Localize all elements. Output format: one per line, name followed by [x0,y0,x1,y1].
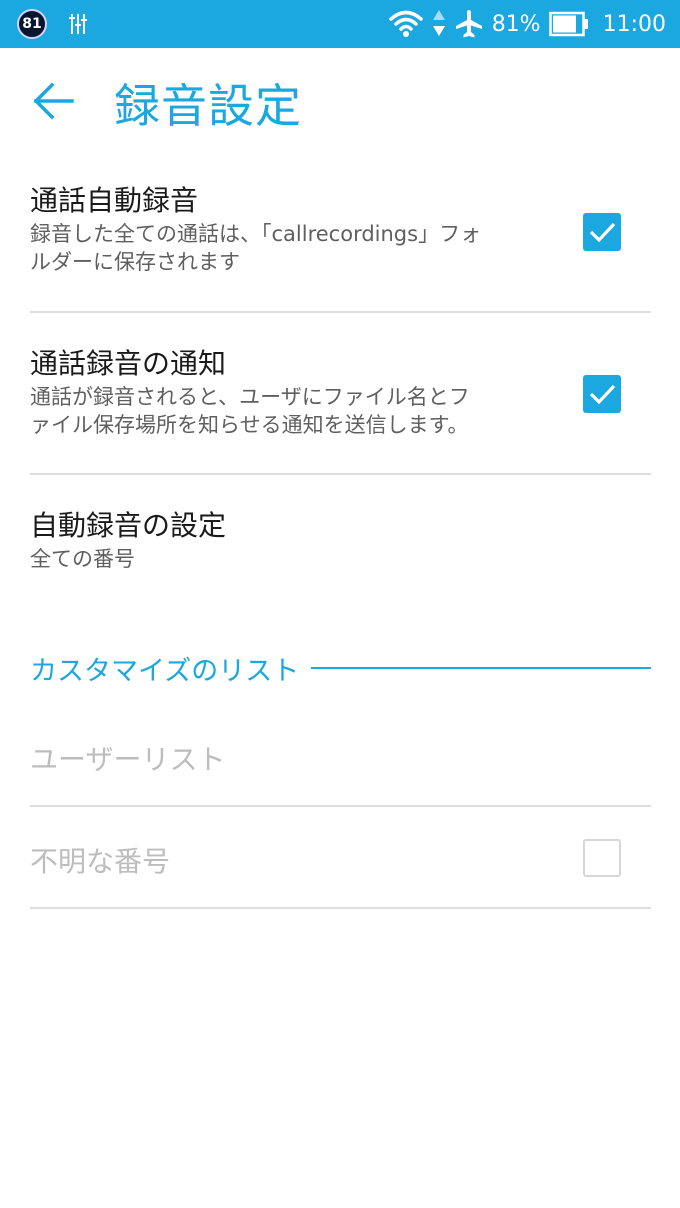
description-line-1: 録音した全ての通話は、「callrecordings」フォ [30,222,482,246]
setting-auto-record-targets[interactable]: 自動録音の設定 全ての番号 [30,509,651,573]
user-list-item[interactable]: ユーザーリスト [30,738,651,778]
divider [30,805,651,807]
unknown-numbers-checkbox[interactable] [583,839,621,877]
divider [30,473,651,475]
setting-auto-record[interactable]: 通話自動録音 録音した全ての通話は、「callrecordings」フォ ルダー… [30,184,651,276]
unknown-numbers-label: 不明な番号 [30,845,171,878]
setting-title: 自動録音の設定 [30,509,227,542]
status-bar-right: 81% 11:00 [388,6,666,42]
auto-record-checkbox[interactable] [583,213,621,251]
setting-title: 通話自動録音 [30,184,199,217]
setting-title: 通話録音の通知 [30,347,227,380]
setting-value: 全ての番号 [30,547,135,571]
battery-percent: 81% [491,11,541,37]
app-bar: 録音設定 [0,48,680,158]
status-bar-left: 81 [17,8,87,40]
divider [30,907,651,909]
description-line-2: ルダーに保存されます [30,250,240,274]
unknown-numbers-item[interactable]: 不明な番号 [30,840,651,880]
airplane-icon [455,10,482,38]
data-arrows-icon [432,10,445,36]
page-title: 録音設定 [114,79,302,133]
wifi-icon [388,10,423,37]
divider [30,311,651,313]
checkmark-icon [589,384,616,405]
setting-record-notification[interactable]: 通話録音の通知 通話が録音されると、ユーザにファイル名とフ ァイル保存場所を知ら… [30,347,651,439]
clock: 11:00 [602,11,666,37]
back-button[interactable] [26,74,80,128]
section-header-custom-list: カスタマイズのリスト [30,648,651,688]
status-bar: 81 81% 11:00 [0,0,680,48]
setting-description: 録音した全ての通話は、「callrecordings」フォ ルダーに保存されます [30,220,545,276]
setting-description: 通話が録音されると、ユーザにファイル名とフ ァイル保存場所を知らせる通知を送信し… [30,383,545,439]
checkmark-icon [589,222,616,243]
section-line [311,667,651,669]
user-list-label: ユーザーリスト [30,743,226,776]
notification-badge: 81 [17,9,47,39]
usb-debug-icon [69,14,87,34]
description-line-1: 通話が録音されると、ユーザにファイル名とフ [30,385,470,409]
arrow-left-icon [33,82,74,120]
record-notification-checkbox[interactable] [583,375,621,413]
battery-icon [548,11,588,37]
section-label: カスタマイズのリスト [30,655,300,687]
description-line-2: ァイル保存場所を知らせる通知を送信します。 [30,413,469,437]
